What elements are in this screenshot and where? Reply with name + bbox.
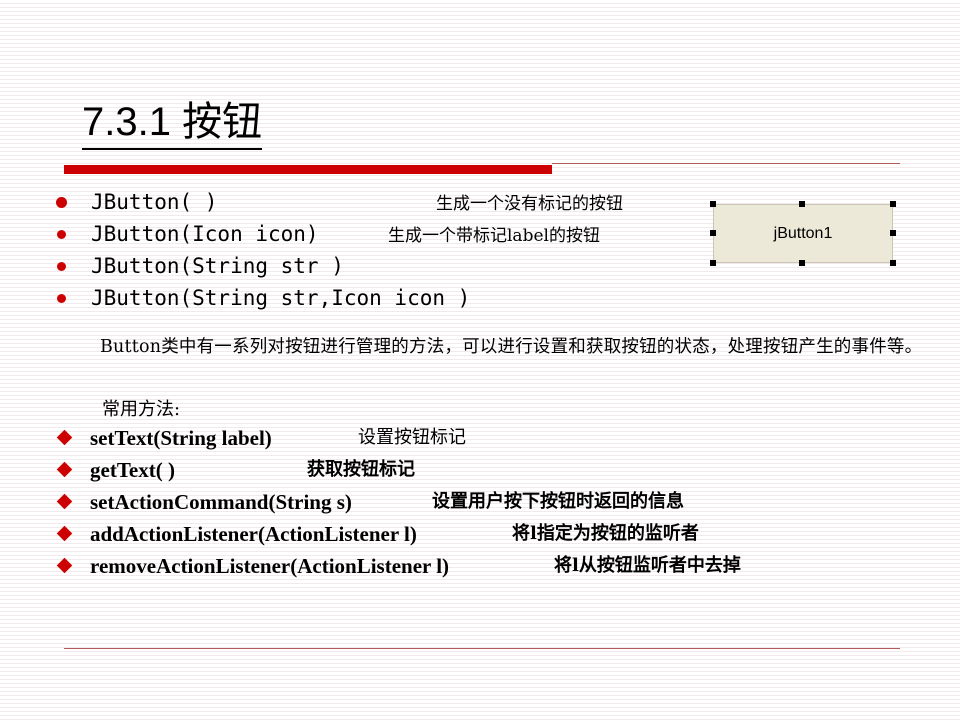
constructor-signature: JButton(String str ) [91, 254, 344, 278]
method-description: 将l从按钮监听者中去掉 [554, 555, 741, 576]
resize-handle-icon [890, 201, 896, 207]
bullet-dot-icon [57, 294, 66, 303]
constructor-description: 生成一个带标记label的按钮 [388, 226, 600, 246]
resize-handle-icon [710, 260, 716, 266]
method-description: 获取按钮标记 [307, 459, 415, 480]
resize-handle-icon [799, 201, 805, 207]
bullet-dot-icon [57, 262, 66, 271]
title-accent-bar [64, 165, 552, 174]
methods-heading: 常用方法: [102, 399, 181, 420]
resize-handle-icon [890, 260, 896, 266]
bullet-diamond-icon [56, 493, 73, 510]
constructor-signature: JButton( ) [91, 190, 218, 214]
method-description: 设置用户按下按钮时返回的信息 [432, 491, 684, 512]
constructor-description: 生成一个没有标记的按钮 [436, 194, 623, 214]
method-signature: getText( ) [90, 458, 175, 482]
slide-title: 7.3.1 按钮 [82, 96, 263, 150]
resize-handle-icon [710, 201, 716, 207]
slide: 7.3.1 按钮 JButton( ) 生成一个没有标记的按钮 JButton(… [0, 0, 960, 720]
method-signature: setText(String label) [90, 426, 272, 450]
jbutton-demo: jButton1 [710, 201, 896, 266]
method-signature: addActionListener(ActionListener l) [90, 522, 417, 546]
bullet-diamond-icon [56, 557, 73, 574]
bottom-divider-line [64, 648, 900, 649]
method-signature: setActionCommand(String s) [90, 490, 352, 514]
bullet-dot-icon [57, 230, 66, 239]
method-description: 设置按钮标记 [358, 427, 466, 448]
jbutton-demo-label: jButton1 [773, 224, 833, 242]
method-signature: removeActionListener(ActionListener l) [90, 554, 450, 578]
bullet-diamond-icon [56, 461, 73, 478]
resize-handle-icon [890, 230, 896, 236]
constructor-signature: JButton(Icon icon) [91, 222, 319, 246]
bullet-diamond-icon [56, 525, 73, 542]
bullet-diamond-icon [56, 429, 73, 446]
title-divider-line [552, 163, 900, 164]
resize-handle-icon [710, 230, 716, 236]
method-description: 将l指定为按钮的监听者 [512, 523, 699, 544]
constructor-signature: JButton(String str,Icon icon ) [91, 286, 471, 310]
description-paragraph: Button类中有一系列对按钮进行管理的方法，可以进行设置和获取按钮的状态，处理… [100, 337, 923, 357]
bullet-dot-icon [56, 197, 67, 208]
resize-handle-icon [799, 260, 805, 266]
